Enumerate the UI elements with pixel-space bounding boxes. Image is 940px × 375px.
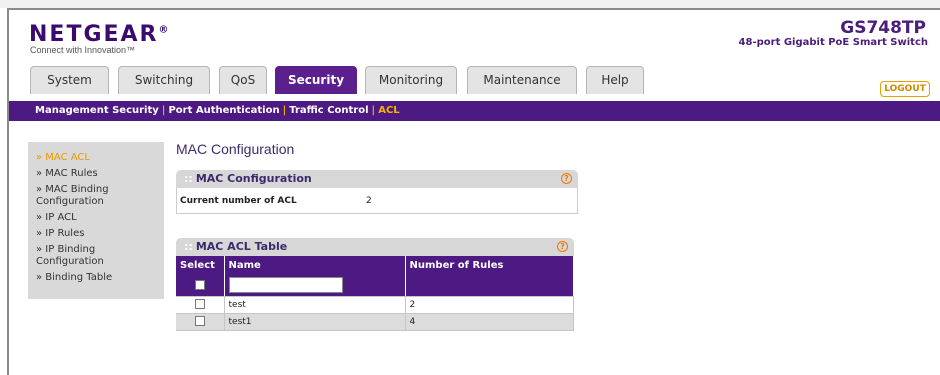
sidebar-item-mac-binding-configuration[interactable]: » MAC Binding Configuration bbox=[28, 182, 164, 210]
new-entry-checkbox[interactable] bbox=[194, 279, 205, 290]
column-header-select: Select bbox=[176, 256, 225, 274]
row-select-cell bbox=[176, 313, 225, 331]
page-title: MAC Configuration bbox=[176, 141, 295, 157]
acl-count-value: 2 bbox=[366, 196, 372, 206]
row-checkbox[interactable] bbox=[194, 316, 205, 327]
acl-name-input[interactable] bbox=[228, 276, 343, 293]
new-entry-select-cell bbox=[176, 274, 225, 297]
table-row: test1 4 bbox=[176, 313, 574, 331]
subnav-acl[interactable]: ACL bbox=[378, 105, 399, 116]
sidebar-item-mac-acl[interactable]: » MAC ACL bbox=[28, 150, 164, 166]
tab-help[interactable]: Help bbox=[586, 66, 644, 94]
model-description: 48-port Gigabit PoE Smart Switch bbox=[738, 37, 928, 48]
panel-title: MAC ACL Table bbox=[195, 240, 288, 253]
sidebar-item-binding-table[interactable]: » Binding Table bbox=[28, 270, 164, 286]
subnav-separator: | bbox=[282, 105, 287, 116]
tab-switching[interactable]: Switching bbox=[118, 66, 210, 94]
panel-dots: :: bbox=[184, 240, 193, 253]
column-header-number-of-rules: Number of Rules bbox=[405, 256, 574, 274]
mac-acl-table: Select Name Number of Rules test 2 test1… bbox=[176, 256, 574, 331]
row-rules: 2 bbox=[405, 296, 574, 314]
row-select-cell bbox=[176, 296, 225, 314]
subnav-management-security[interactable]: Management Security bbox=[35, 105, 159, 116]
new-entry-row bbox=[176, 274, 574, 297]
row-checkbox[interactable] bbox=[194, 299, 205, 310]
subnav-separator: | bbox=[161, 105, 166, 116]
row-name: test bbox=[224, 296, 406, 314]
netgear-logo: NETGEAR® bbox=[29, 22, 169, 47]
tab-qos[interactable]: QoS bbox=[219, 66, 267, 94]
new-entry-rules-cell bbox=[405, 274, 574, 297]
model-name: GS748TP bbox=[840, 18, 926, 38]
logout-button[interactable]: LOGOUT bbox=[880, 81, 930, 97]
sidebar-item-mac-rules[interactable]: » MAC Rules bbox=[28, 166, 164, 182]
sidebar-item-ip-binding-configuration[interactable]: » IP Binding Configuration bbox=[28, 242, 164, 270]
mac-configuration-panel-header: :: MAC Configuration ? bbox=[176, 170, 578, 188]
tab-system[interactable]: System bbox=[30, 66, 109, 94]
tab-monitoring[interactable]: Monitoring bbox=[365, 66, 457, 94]
acl-count-row: Current number of ACL 2 bbox=[176, 188, 578, 214]
new-entry-name-cell bbox=[224, 274, 406, 297]
row-name: test1 bbox=[224, 313, 406, 331]
sidebar-item-ip-rules[interactable]: » IP Rules bbox=[28, 226, 164, 242]
sub-navigation: Management Security | Port Authentication |… bbox=[9, 101, 940, 121]
sidebar: » MAC ACL » MAC Rules » MAC Binding Conf… bbox=[28, 142, 164, 299]
row-rules: 4 bbox=[405, 313, 574, 331]
subnav-separator: | bbox=[371, 105, 376, 116]
sidebar-item-ip-acl[interactable]: » IP ACL bbox=[28, 210, 164, 226]
table-row: test 2 bbox=[176, 296, 574, 314]
subnav-port-authentication[interactable]: Port Authentication bbox=[168, 105, 279, 116]
subnav-traffic-control[interactable]: Traffic Control bbox=[289, 105, 368, 116]
tagline: Connect with Innovation™ bbox=[30, 45, 136, 55]
acl-count-label: Current number of ACL bbox=[180, 196, 297, 206]
panel-dots: :: bbox=[184, 172, 193, 185]
tab-security[interactable]: Security bbox=[275, 66, 357, 94]
tab-maintenance[interactable]: Maintenance bbox=[467, 66, 577, 94]
table-header-row: Select Name Number of Rules bbox=[176, 256, 574, 274]
top-strip bbox=[0, 0, 940, 8]
panel-title: MAC Configuration bbox=[195, 172, 312, 185]
help-icon[interactable]: ? bbox=[557, 241, 568, 252]
mac-acl-table-panel-header: :: MAC ACL Table ? bbox=[176, 238, 574, 256]
column-header-name: Name bbox=[224, 256, 406, 274]
help-icon[interactable]: ? bbox=[561, 173, 572, 184]
